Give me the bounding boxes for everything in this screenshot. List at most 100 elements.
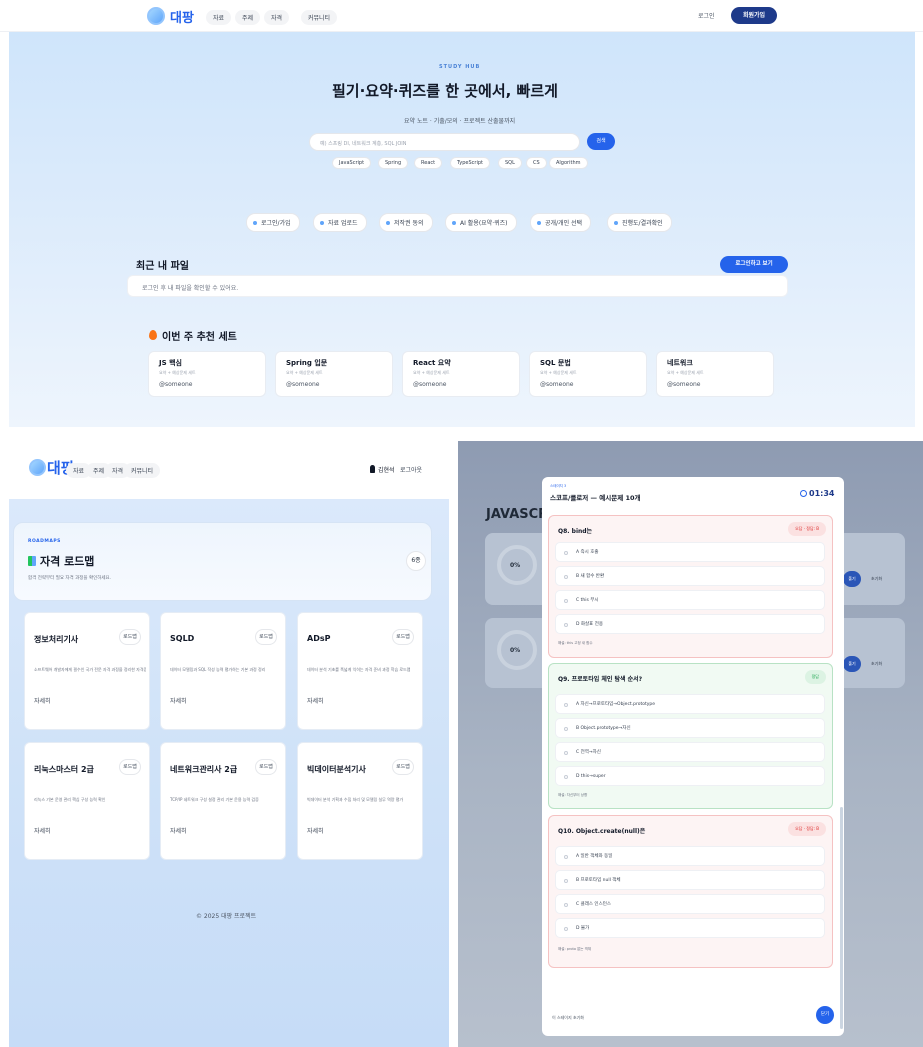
tag-algorithm[interactable]: Algorithm [549,157,588,169]
card-author: @someone [413,381,447,388]
dot-icon [452,221,456,225]
answer-option[interactable]: A 자신→프로토타입→Object.prototype [555,694,825,714]
card-title: ADsP [307,634,331,643]
user-name[interactable]: 김현석 [378,465,395,474]
dot-icon [386,221,390,225]
close-button[interactable]: 닫기 [816,1006,834,1024]
card-more-link[interactable]: 자세히 [34,826,51,835]
modal-scrollbar[interactable] [840,807,843,1029]
roadmap-card[interactable]: ADsP 로드맵 데이터 분석 기초를 폭넓게 익히는 자격 준비 과정 학습 … [297,612,423,730]
reset-button[interactable]: 초기화 [871,576,882,582]
feature-copyright: 저작권 동의 [379,213,433,232]
tag-spring[interactable]: Spring [378,157,409,169]
radio-icon [564,751,568,755]
answer-option[interactable]: C 전역→자신 [555,742,825,762]
logout-link[interactable]: 로그아웃 [400,465,422,474]
answer-option[interactable]: A 즉시 호출 [555,542,825,562]
login-to-view-button[interactable]: 로그인하고 보기 [720,256,788,273]
logo-icon[interactable] [29,459,46,476]
solve-button[interactable]: 풀기 [843,656,861,672]
card-more-link[interactable]: 자세히 [170,826,187,835]
logo-text[interactable]: 대팡 [170,7,194,26]
card-more-link[interactable]: 자세히 [307,696,324,705]
tag-javascript[interactable]: JavaScript [332,157,372,169]
nav-community[interactable]: 커뮤니티 [124,463,161,478]
answer-option[interactable]: B 새 함수 반환 [555,566,825,586]
explanation: 해설: this 고정 새 함수 [558,641,593,645]
option-label: D this→super [576,774,606,779]
signup-button[interactable]: 회원가입 [731,7,777,24]
card-title: React 요약 [413,359,451,367]
option-label: D 불가 [576,926,590,931]
recommend-card[interactable]: React 요약 요약 + 예상문제 세트 @someone [402,351,520,397]
nav-topics[interactable]: 주제 [235,10,261,25]
answer-option[interactable]: A 일반 객체와 동일 [555,846,825,866]
search-button[interactable]: 검색 [587,133,615,150]
roadmap-card[interactable]: 정보처리기사 로드맵 소프트웨어 개발자에게 필수인 국가 전문 자격 과정을 … [24,612,150,730]
radio-icon [564,879,568,883]
logo-icon[interactable] [147,7,165,25]
roadmap-card[interactable]: SQLD 로드맵 데이터 모델링과 SQL 작성 능력 평가하는 기본 과정 정… [160,612,286,730]
card-more-link[interactable]: 자세히 [170,696,187,705]
feature-label: 저작권 동의 [394,220,424,227]
answer-option[interactable]: C this 무시 [555,590,825,610]
result-badge: 오답 · 정답: B [788,822,826,836]
card-sub: 요약 + 예상문제 세트 [540,370,577,375]
feature-label: 로그인/가입 [261,220,291,227]
roadmap-badge[interactable]: 로드맵 [119,629,141,645]
nav-certs[interactable]: 자격 [264,10,290,25]
recommend-card[interactable]: Spring 입문 요약 + 예상문제 세트 @someone [275,351,393,397]
nav-community[interactable]: 커뮤니티 [301,10,338,25]
card-more-link[interactable]: 자세히 [34,696,51,705]
roadmap-badge[interactable]: 로드맵 [255,759,277,775]
question-card: Q8. bind는 오답 · 정답: B A 즉시 호출 B 새 함수 반환 C… [548,515,833,658]
roadmaps-subtitle: 합격 전략부터 필요 자격 과정을 확인하세요. [28,576,112,581]
result-badge: 정답 [804,670,826,684]
roadmap-badge[interactable]: 로드맵 [119,759,141,775]
card-sub: 요약 + 예상문제 세트 [286,370,323,375]
book-icon [28,556,36,566]
card-author: @someone [286,381,320,388]
answer-option[interactable]: C 클래스 인스턴스 [555,894,825,914]
search-input[interactable]: 예) 스프링 DI, 네트워크 계층, SQL JOIN [309,133,580,151]
tag-typescript[interactable]: TypeScript [450,157,490,169]
feature-label: 자료 업로드 [328,220,358,227]
roadmaps-screen: 대팡 자료 주제 자격 커뮤니티 김현석 로그아웃 ROADMAPS 자격 로드… [0,441,449,1047]
recommend-card[interactable]: 네트워크 요약 + 예상문제 세트 @someone [656,351,774,397]
roadmap-card[interactable]: 네트워크관리사 2급 로드맵 TCP/IP 네트워크 구성 설정 관리 기본 운… [160,742,286,860]
reset-stage-link[interactable]: 이 스테이지 초기화 [552,1015,584,1021]
option-label: A 일반 객체와 동일 [576,854,613,859]
roadmap-card[interactable]: 빅데이터분석기사 로드맵 빅데이터 분석 기획과 수집 처리 및 모델링 실무 … [297,742,423,860]
card-sub: 요약 + 예상문제 세트 [413,370,450,375]
roadmaps-title: 자격 로드맵 [40,555,95,568]
tag-cs[interactable]: CS [526,157,547,169]
recommend-card[interactable]: SQL 문법 요약 + 예상문제 세트 @someone [529,351,647,397]
tag-react[interactable]: React [414,157,443,169]
login-link[interactable]: 로그인 [698,11,715,20]
card-more-link[interactable]: 자세히 [307,826,324,835]
radio-icon [564,623,568,627]
roadmap-badge[interactable]: 로드맵 [392,629,414,645]
option-label: C 전역→자신 [576,750,601,755]
progress-percent: 0% [510,562,521,569]
feature-upload: 자료 업로드 [313,213,367,232]
reset-button[interactable]: 초기화 [871,661,882,667]
nav-materials[interactable]: 자료 [206,10,232,25]
feature-visibility: 공개/개인 선택 [530,213,592,232]
recommend-card[interactable]: JS 핵심 요약 + 예상문제 세트 @someone [148,351,266,397]
feature-label: 진행도/결과확인 [622,220,663,227]
roadmap-badge[interactable]: 로드맵 [255,629,277,645]
solve-button[interactable]: 풀기 [843,571,861,587]
tag-sql[interactable]: SQL [498,157,522,169]
answer-option[interactable]: D this→super [555,766,825,786]
answer-option[interactable]: D 불가 [555,918,825,938]
answer-option[interactable]: D 화살표 전용 [555,614,825,634]
fire-icon [149,330,157,340]
card-desc: 리눅스 기본 운영 관리 핵심 구성 능력 확인 [34,797,106,802]
roadmap-badge[interactable]: 로드맵 [392,759,414,775]
roadmap-card[interactable]: 리눅스마스터 2급 로드맵 리눅스 기본 운영 관리 핵심 구성 능력 확인 자… [24,742,150,860]
timer: 01:34 [809,489,835,498]
answer-option[interactable]: B Object.prototype→자신 [555,718,825,738]
recommend-title: 이번 주 추천 세트 [162,332,237,343]
answer-option[interactable]: B 프로토타입 null 객체 [555,870,825,890]
